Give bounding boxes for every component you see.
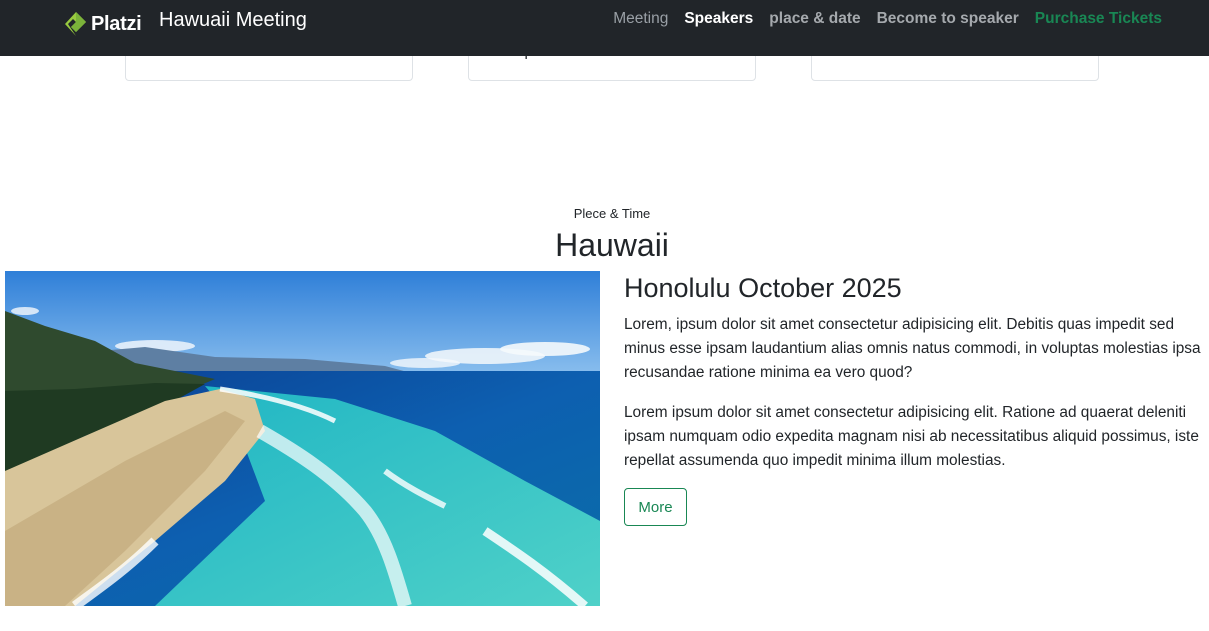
event-heading: Honolulu October 2025 [624,273,902,303]
platzi-logo-icon [64,11,88,37]
section-eyebrow: Plece & Time [573,206,651,221]
nav-link-speakers[interactable]: Speakers [684,10,753,28]
more-button[interactable]: More [624,488,687,526]
brand-name: Platzi [91,12,142,35]
nav-link-meeting[interactable]: Meeting [613,10,668,28]
nav-link-place-date[interactable]: place & date [769,10,860,28]
beach-photo [5,271,600,606]
nav-link-become-speaker[interactable]: Become to speaker [877,10,1019,28]
event-paragraph-2: Lorem ipsum dolor sit amet consectetur a… [624,404,1199,469]
brand-link[interactable]: Platzi [64,10,142,38]
nav-links: Meeting Speakers place & date Become to … [613,10,1162,28]
site-title: Hawuaii Meeting [159,9,307,31]
section-title: Hauwaii [555,227,669,263]
top-navbar: Platzi Hawuaii Meeting Meeting Speakers … [0,0,1209,56]
nav-link-purchase-tickets[interactable]: Purchase Tickets [1035,10,1162,28]
event-paragraph-1: Lorem, ipsum dolor sit amet consectetur … [624,316,1201,381]
